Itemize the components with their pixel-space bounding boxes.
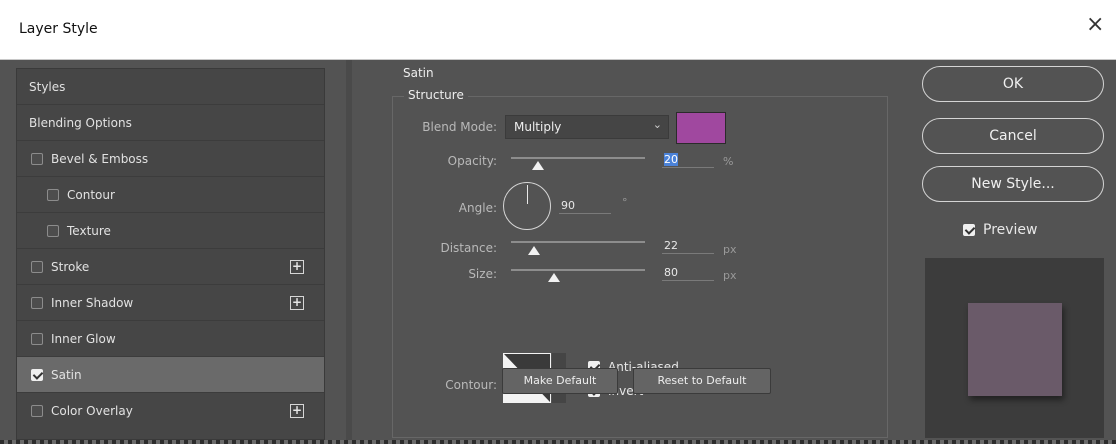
section-title: Satin — [403, 66, 434, 80]
title-bar: Layer Style × — [0, 0, 1116, 60]
texture-label: Texture — [67, 223, 111, 238]
size-slider-thumb[interactable] — [547, 273, 560, 282]
size-unit: px — [723, 269, 737, 282]
styles-list: Styles Blending Options Bevel & Emboss C… — [16, 68, 325, 440]
satin-color-swatch[interactable] — [676, 112, 726, 144]
size-value: 80 — [664, 266, 678, 279]
texture-item[interactable]: Texture — [17, 213, 324, 249]
bevel-emboss-label: Bevel & Emboss — [51, 151, 149, 166]
opacity-slider-thumb[interactable] — [531, 161, 544, 170]
bevel-emboss-checkbox[interactable] — [31, 152, 43, 165]
blend-mode-value: Multiply — [514, 120, 562, 134]
add-inner-shadow-icon[interactable]: + — [290, 296, 304, 310]
new-style-button[interactable]: New Style... — [922, 166, 1104, 202]
chevron-down-icon: ⌄ — [652, 118, 662, 131]
size-slider[interactable] — [511, 269, 645, 271]
angle-dial[interactable] — [503, 182, 551, 230]
stroke-item[interactable]: Stroke + — [17, 249, 324, 285]
dialog-body: Styles Blending Options Bevel & Emboss C… — [0, 60, 1116, 444]
inner-glow-label: Inner Glow — [51, 331, 116, 346]
color-overlay-checkbox[interactable] — [31, 405, 43, 417]
inner-glow-item[interactable]: Inner Glow — [17, 321, 324, 357]
contour-label: Contour — [67, 187, 115, 202]
contour-label-text: Contour: — [445, 378, 497, 392]
add-stroke-icon[interactable]: + — [290, 260, 304, 274]
color-overlay-label: Color Overlay — [51, 404, 133, 418]
make-default-button[interactable]: Make Default — [502, 368, 618, 394]
panel-divider — [346, 60, 352, 440]
styles-label: Styles — [29, 79, 66, 94]
bevel-emboss-item[interactable]: Bevel & Emboss — [17, 141, 324, 177]
distance-label: Distance: — [440, 241, 497, 255]
blend-mode-label: Blend Mode: — [422, 120, 497, 134]
reset-to-default-button[interactable]: Reset to Default — [633, 368, 771, 394]
ok-button[interactable]: OK — [922, 66, 1104, 102]
distance-input[interactable]: 22 — [662, 238, 714, 254]
window-title: Layer Style — [19, 21, 98, 37]
inner-shadow-item[interactable]: Inner Shadow + — [17, 285, 324, 321]
angle-label: Angle: — [458, 201, 497, 215]
preview-checkbox[interactable]: Preview — [963, 222, 1038, 238]
satin-label: Satin — [51, 367, 82, 382]
add-color-overlay-icon[interactable]: + — [290, 404, 304, 418]
styles-item[interactable]: Styles — [17, 69, 324, 105]
distance-slider-thumb[interactable] — [527, 246, 540, 255]
opacity-input[interactable]: 20 — [662, 152, 714, 168]
cancel-button[interactable]: Cancel — [922, 118, 1104, 154]
close-icon[interactable]: × — [1086, 14, 1104, 36]
opacity-slider[interactable] — [511, 157, 645, 159]
distance-slider[interactable] — [511, 241, 645, 243]
opacity-unit: % — [723, 155, 734, 168]
angle-unit: ° — [622, 196, 628, 209]
inner-shadow-label: Inner Shadow — [51, 295, 134, 310]
blending-options-label: Blending Options — [29, 115, 132, 130]
stroke-checkbox[interactable] — [31, 260, 43, 273]
preview-label: Preview — [983, 222, 1038, 238]
contour-item[interactable]: Contour — [17, 177, 324, 213]
blend-mode-select[interactable]: Multiply ⌄ — [505, 115, 669, 139]
size-label: Size: — [468, 267, 497, 281]
size-input[interactable]: 80 — [662, 265, 714, 281]
color-overlay-item[interactable]: Color Overlay + — [17, 393, 324, 429]
preview-thumbnail — [968, 303, 1062, 396]
blending-options-item[interactable]: Blending Options — [17, 105, 324, 141]
distance-value: 22 — [664, 239, 678, 252]
inner-shadow-checkbox[interactable] — [31, 296, 43, 309]
angle-value: 90 — [561, 199, 575, 212]
texture-checkbox[interactable] — [47, 224, 59, 237]
satin-item[interactable]: Satin — [17, 357, 324, 393]
satin-checkbox[interactable] — [31, 368, 43, 381]
inner-glow-checkbox[interactable] — [31, 332, 43, 345]
opacity-value: 20 — [664, 153, 678, 166]
contour-checkbox[interactable] — [47, 188, 59, 201]
structure-title: Structure — [404, 88, 468, 102]
opacity-label: Opacity: — [447, 154, 497, 168]
angle-input[interactable]: 90 — [559, 198, 611, 214]
preview-check-icon — [963, 224, 975, 236]
distance-unit: px — [723, 243, 737, 256]
stroke-label: Stroke — [51, 259, 90, 274]
